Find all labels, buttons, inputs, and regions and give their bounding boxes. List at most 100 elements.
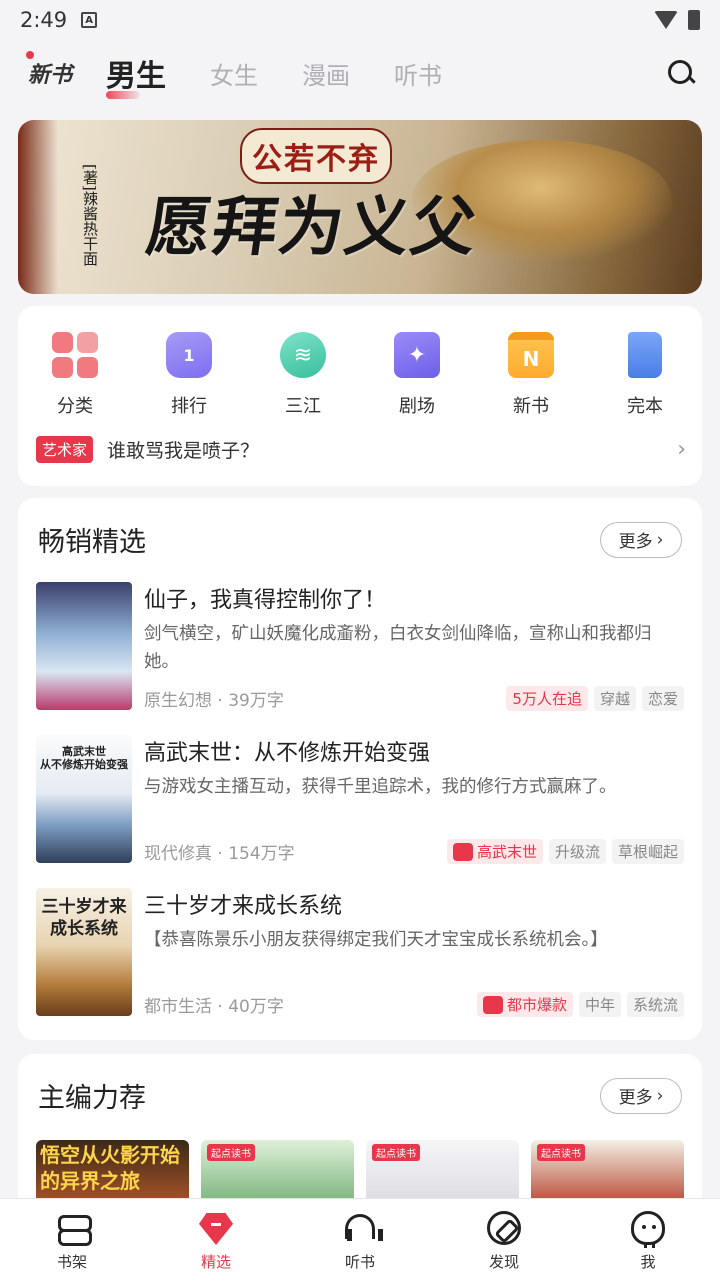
book-genre: 现代修真 bbox=[144, 844, 212, 864]
battery-icon bbox=[688, 10, 700, 30]
cover-text: 三十岁才来 成长系统 bbox=[41, 897, 127, 939]
quick-entry-label: 排行 bbox=[171, 396, 207, 417]
banner-author: [著]辣酱热干面 bbox=[81, 164, 99, 266]
cover-text: 高武末世 从不修炼开始变强 bbox=[40, 745, 128, 771]
tab-female[interactable]: 女生 bbox=[210, 56, 258, 91]
quick-entry-grid: 分类 1 排行 ≋ 三江 ✦ 剧场 N 新书 完本 bbox=[18, 332, 702, 418]
sanjiang-icon: ≋ bbox=[280, 332, 326, 378]
quick-entry-card: 分类 1 排行 ≋ 三江 ✦ 剧场 N 新书 完本 艺术家 谁敢骂我是喷子？ › bbox=[18, 306, 702, 486]
nav-label: 书架 bbox=[56, 1253, 87, 1271]
book-words: 154万字 bbox=[228, 844, 295, 864]
book-item[interactable]: 三十岁才来 成长系统 三十岁才来成长系统 【恭喜陈景乐小朋友获得绑定我们天才宝宝… bbox=[36, 888, 684, 1018]
book-tag: 都市爆款 bbox=[476, 992, 573, 1017]
chevron-right-icon: › bbox=[656, 529, 664, 550]
cover-badge: 起点读书 bbox=[207, 1144, 255, 1161]
meta-dot: · bbox=[217, 997, 223, 1017]
book-meta: 原生幻想 · 39万字 bbox=[144, 686, 284, 711]
more-label: 更多 bbox=[618, 532, 653, 552]
tab-comics[interactable]: 漫画 bbox=[302, 56, 350, 91]
nav-discover[interactable]: 发现 bbox=[432, 1199, 576, 1280]
tab-audiobooks[interactable]: 听书 bbox=[394, 56, 442, 91]
quick-entry-sanjiang[interactable]: ≋ 三江 bbox=[246, 332, 360, 418]
quick-entry-finished[interactable]: 完本 bbox=[588, 332, 702, 418]
book-title: 仙子，我真得控制你了！ bbox=[144, 588, 387, 613]
banner-title: 愿拜为义父 bbox=[141, 190, 483, 265]
search-icon[interactable] bbox=[666, 58, 696, 88]
book-genre: 原生幻想 bbox=[144, 691, 212, 711]
nav-bookshelf[interactable]: 书架 bbox=[0, 1199, 144, 1280]
quick-entry-label: 分类 bbox=[57, 396, 93, 417]
status-time: 2:49 bbox=[20, 8, 68, 32]
editor-picks-section: 主编力荐 更多 › 悟空从火影开始 的异界之旅 起点读书 起点读书 起点读书 bbox=[18, 1054, 702, 1214]
category-icon bbox=[52, 332, 98, 378]
section-header: 畅销精选 更多 › bbox=[38, 520, 682, 559]
quick-entry-category[interactable]: 分类 bbox=[18, 332, 132, 418]
book-tags: 5万人在追 穿越 恋爱 bbox=[506, 686, 684, 711]
book-tag: 5万人在追 bbox=[506, 686, 588, 711]
quick-entry-new-books[interactable]: N 新书 bbox=[474, 332, 588, 418]
status-bar: 2:49 A bbox=[0, 0, 720, 40]
book-tag: 高武末世 bbox=[446, 839, 543, 864]
featured-icon bbox=[199, 1213, 233, 1245]
book-desc: 【恭喜陈景乐小朋友获得绑定我们天才宝宝成长系统机会。】 bbox=[144, 930, 608, 950]
book-words: 39万字 bbox=[228, 691, 284, 711]
quick-entry-rank[interactable]: 1 排行 bbox=[132, 332, 246, 418]
book-cover bbox=[36, 582, 132, 710]
book-title: 高武末世：从不修炼开始变强 bbox=[144, 741, 431, 766]
chevron-right-icon: › bbox=[656, 1085, 664, 1106]
more-label: 更多 bbox=[618, 1088, 653, 1108]
book-tags: 高武末世 升级流 草根崛起 bbox=[446, 839, 684, 864]
notice-text: 谁敢骂我是喷子？ bbox=[107, 440, 260, 462]
book-cover: 高武末世 从不修炼开始变强 bbox=[36, 735, 132, 863]
theater-icon: ✦ bbox=[394, 332, 440, 378]
nav-label: 听书 bbox=[344, 1253, 375, 1271]
book-item[interactable]: 仙子，我真得控制你了！ 剑气横空，矿山妖魔化成齑粉，白衣女剑仙降临，宣称山和我都… bbox=[36, 582, 684, 712]
compass-icon bbox=[487, 1211, 521, 1245]
meta-dot: · bbox=[217, 844, 223, 864]
tab-new-books[interactable]: 新书 bbox=[25, 51, 72, 89]
rank-icon: 1 bbox=[166, 332, 212, 378]
cover-badge: 起点读书 bbox=[372, 1144, 420, 1161]
quick-entry-label: 三江 bbox=[285, 396, 321, 417]
headphones-icon bbox=[343, 1211, 383, 1245]
quick-entry-label: 新书 bbox=[513, 396, 549, 417]
book-tag-label: 高武末世 bbox=[476, 843, 537, 861]
book-words: 40万字 bbox=[228, 997, 284, 1017]
quick-entry-label: 剧场 bbox=[399, 396, 435, 417]
book-tag: 系统流 bbox=[626, 992, 684, 1017]
book-item[interactable]: 高武末世 从不修炼开始变强 高武末世：从不修炼开始变强 与游戏女主播互动，获得千… bbox=[36, 735, 684, 865]
book-tag: 升级流 bbox=[548, 839, 606, 864]
nav-audiobooks[interactable]: 听书 bbox=[288, 1199, 432, 1280]
nav-featured[interactable]: 精选 bbox=[144, 1199, 288, 1280]
profile-icon bbox=[631, 1211, 665, 1248]
wifi-icon bbox=[654, 11, 678, 29]
notice-badge: 艺术家 bbox=[36, 436, 94, 463]
new-book-icon: N bbox=[508, 332, 554, 378]
status-indicators bbox=[654, 10, 700, 30]
chevron-right-icon: › bbox=[677, 437, 686, 462]
more-button[interactable]: 更多 › bbox=[600, 521, 682, 558]
nav-label: 发现 bbox=[488, 1253, 519, 1271]
cover-text: 悟空从火影开始 的异界之旅 bbox=[40, 1143, 180, 1193]
finished-book-icon bbox=[628, 332, 662, 378]
section-title: 主编力荐 bbox=[38, 1083, 146, 1114]
book-tag-icon bbox=[482, 995, 503, 1014]
promo-banner[interactable]: [著]辣酱热干面 公若不弃 愿拜为义父 bbox=[18, 120, 702, 294]
book-desc: 与游戏女主播互动，获得千里追踪术，我的修行方式赢麻了。 bbox=[144, 777, 617, 797]
cover-badge: 起点读书 bbox=[537, 1144, 585, 1161]
bestsellers-section: 畅销精选 更多 › 仙子，我真得控制你了！ 剑气横空，矿山妖魔化成齑粉，白衣女剑… bbox=[18, 498, 702, 1040]
nav-profile[interactable]: 我 bbox=[576, 1199, 720, 1280]
notification-a-icon: A bbox=[81, 12, 98, 28]
nav-label: 我 bbox=[640, 1253, 656, 1271]
book-meta: 现代修真 · 154万字 bbox=[144, 839, 295, 864]
top-tabs: 新书 男生 女生 漫画 听书 bbox=[25, 48, 696, 99]
book-tag: 中年 bbox=[578, 992, 621, 1017]
book-tag: 草根崛起 bbox=[611, 839, 684, 864]
notice-bar[interactable]: 艺术家 谁敢骂我是喷子？ › bbox=[36, 436, 686, 463]
quick-entry-theater[interactable]: ✦ 剧场 bbox=[360, 332, 474, 418]
tab-male[interactable]: 男生 bbox=[106, 51, 166, 99]
more-button[interactable]: 更多 › bbox=[600, 1077, 682, 1114]
book-tag: 穿越 bbox=[593, 686, 636, 711]
section-header: 主编力荐 更多 › bbox=[38, 1076, 682, 1115]
book-cover: 三十岁才来 成长系统 bbox=[36, 888, 132, 1016]
